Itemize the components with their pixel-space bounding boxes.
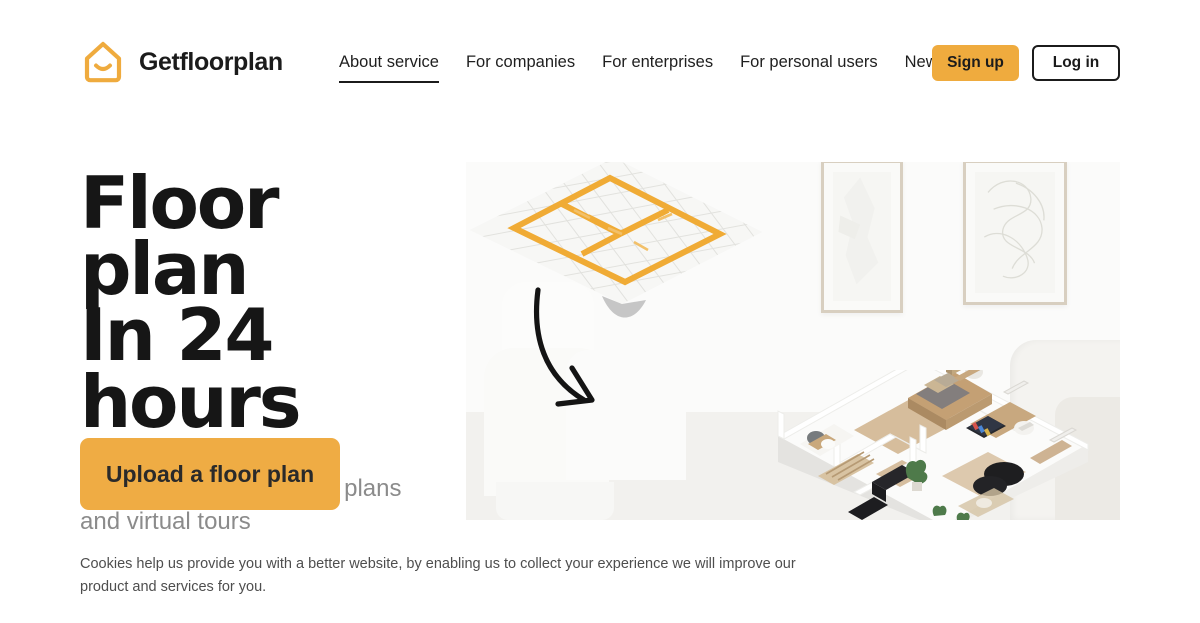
wall-art-frame-left xyxy=(821,162,903,313)
page-title: Floor plan In 24 hours xyxy=(80,167,460,444)
nav-item-for-enterprises[interactable]: For enterprises xyxy=(602,52,713,81)
hero-image xyxy=(466,162,1120,520)
nav-item-about-service[interactable]: About service xyxy=(339,52,439,83)
abstract-art-icon xyxy=(838,177,879,285)
headline-line-1: Floor plan xyxy=(80,161,280,312)
headline-line-2: In 24 hours xyxy=(80,293,302,444)
nav-item-for-personal-users[interactable]: For personal users xyxy=(740,52,878,81)
nav-item-for-companies[interactable]: For companies xyxy=(466,52,575,81)
apartment-3d-render xyxy=(776,370,1089,520)
site-header: Getfloorplan About service For companies… xyxy=(0,0,1200,120)
upload-floor-plan-button[interactable]: Upload a floor plan xyxy=(80,438,340,510)
wall-art-frame-right xyxy=(963,162,1067,305)
sign-up-button[interactable]: Sign up xyxy=(932,45,1019,81)
landing-page: Getfloorplan About service For companies… xyxy=(0,0,1200,623)
line-art-icon xyxy=(983,180,1045,279)
brand-logo[interactable]: Getfloorplan xyxy=(80,38,283,86)
auth-button-group: Sign up Log in xyxy=(932,45,1120,81)
furniture-silhouette-stool xyxy=(496,482,614,520)
cookie-banner: Cookies help us provide you with a bette… xyxy=(0,535,1200,623)
brand-name: Getfloorplan xyxy=(139,47,283,76)
cookie-banner-text: Cookies help us provide you with a bette… xyxy=(80,556,796,596)
log-in-button[interactable]: Log in xyxy=(1032,45,1120,81)
house-smile-icon xyxy=(80,38,126,86)
main-navigation: About service For companies For enterpri… xyxy=(339,52,946,83)
